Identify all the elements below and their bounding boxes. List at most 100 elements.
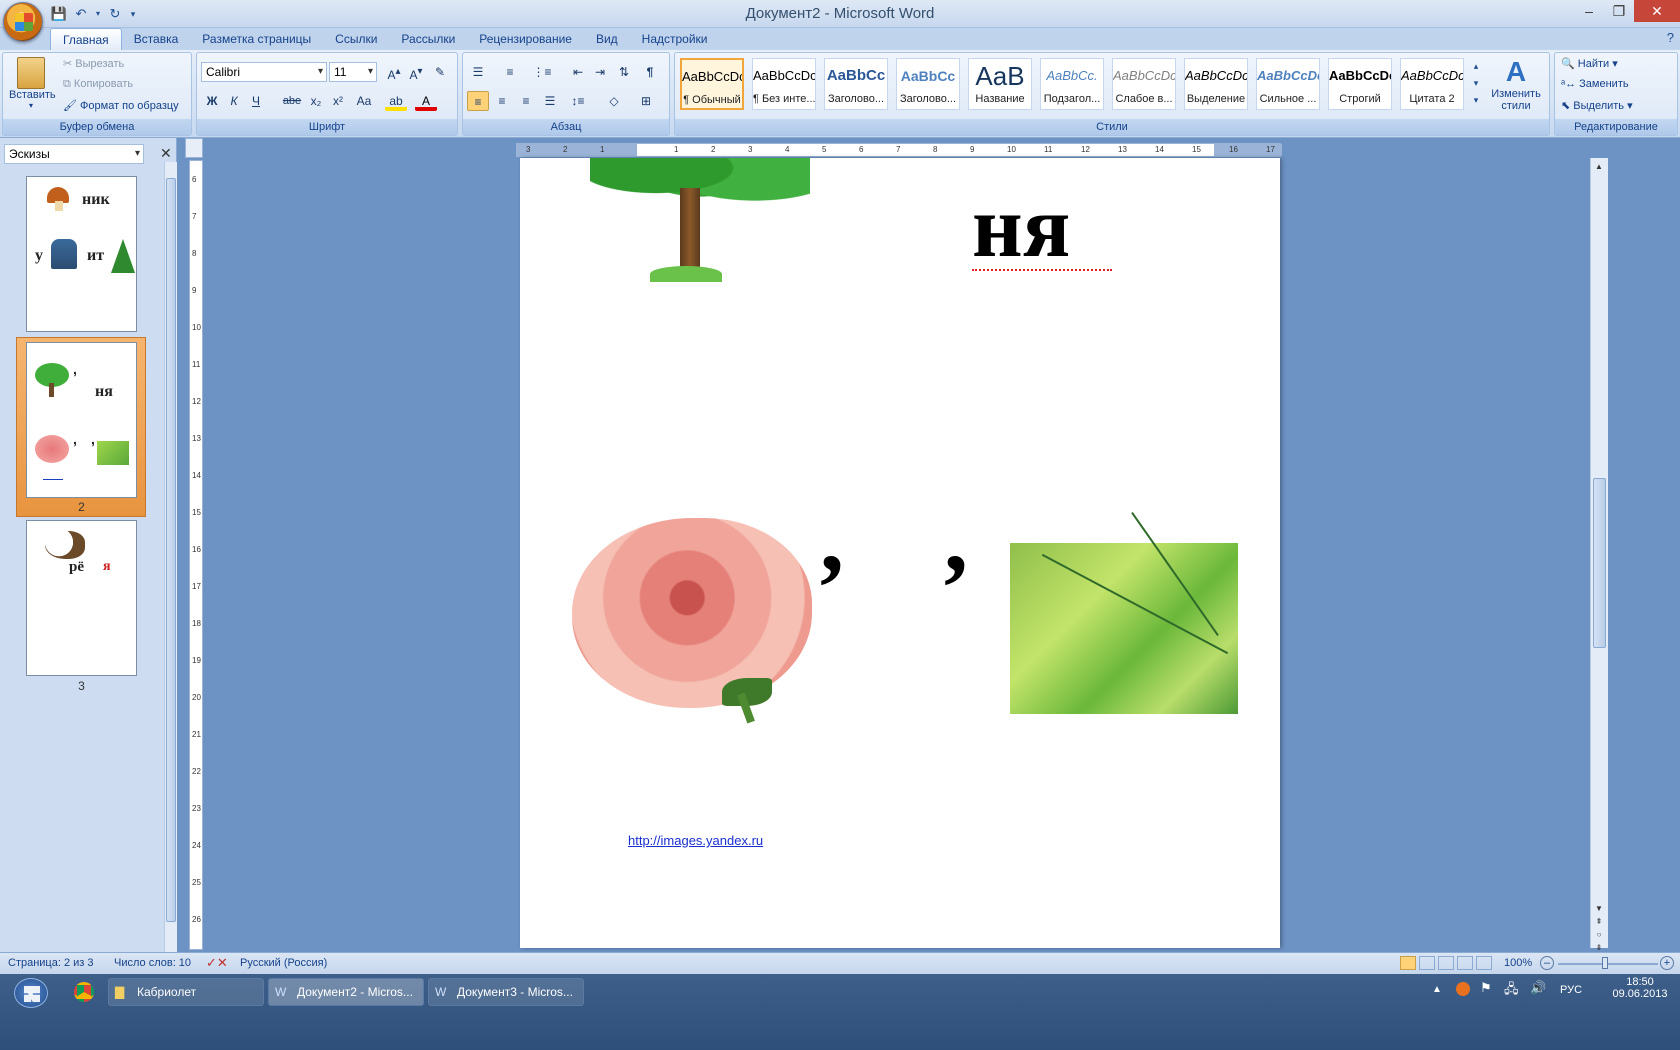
minimize-button[interactable]: – (1574, 0, 1604, 22)
thumbnail-scroll-thumb[interactable] (166, 178, 176, 922)
draft-view-icon[interactable] (1476, 956, 1492, 970)
bullets-icon[interactable]: ☰ (467, 62, 489, 82)
style-subtle-emphasis[interactable]: AaBbCcDc Слабое в... (1112, 58, 1176, 110)
underline-button[interactable]: Ч (245, 91, 267, 111)
taskbar-item-folder[interactable]: ▇ Кабриолет (108, 978, 264, 1006)
numbering-icon[interactable]: ≡ (499, 62, 521, 82)
decrease-indent-icon[interactable]: ⇤ (567, 62, 589, 82)
tray-expand-icon[interactable]: ▲ (1432, 984, 1442, 995)
superscript-button[interactable]: x² (327, 91, 349, 111)
copy-button[interactable]: ⧉ Копировать (63, 78, 133, 91)
thumbnail-scrollbar[interactable] (164, 162, 177, 952)
clock[interactable]: 18:50 09.06.2013 (1608, 976, 1672, 1000)
bold-button[interactable]: Ж (201, 91, 223, 111)
style-quote-2[interactable]: AaBbCcDc Цитата 2 (1400, 58, 1464, 110)
word-count[interactable]: Число слов: 10 (114, 957, 191, 969)
paste-button[interactable]: Вставить ▾ (9, 55, 56, 115)
chrome-icon[interactable] (74, 982, 94, 1002)
document-scroll-thumb[interactable] (1593, 478, 1606, 648)
select-button[interactable]: ⬉ Выделить ▾ (1561, 99, 1633, 112)
cut-button[interactable]: ✂ Вырезать (63, 57, 124, 70)
sort-icon[interactable]: ⇅ (613, 62, 635, 82)
find-button[interactable]: 🔍 Найти ▾ (1561, 57, 1618, 70)
vertical-ruler[interactable]: 6 7 8 9 10 11 12 13 14 15 16 17 18 19 20 21 22 23 24 25 26 (189, 160, 203, 950)
style-no-spacing[interactable]: AaBbCcDc ¶ Без инте... (752, 58, 816, 110)
highlight-icon[interactable]: ab (385, 91, 407, 111)
print-layout-icon[interactable] (1400, 956, 1416, 970)
page-count[interactable]: Страница: 2 из 3 (8, 957, 94, 969)
format-painter-button[interactable]: 🖌 Формат по образцу (63, 99, 179, 112)
zoom-slider-handle[interactable] (1602, 957, 1608, 969)
volume-icon[interactable]: 🔊 (1530, 980, 1546, 996)
shading-icon[interactable]: ◇ (603, 91, 625, 111)
thumbnail-page-3[interactable]: рё я (26, 520, 137, 676)
align-center-icon[interactable]: ≡ (491, 91, 513, 111)
close-button[interactable]: ✕ (1634, 0, 1680, 22)
tab-addins[interactable]: Надстройки (630, 28, 720, 50)
shrink-font-icon[interactable]: A▾ (405, 62, 427, 82)
style-intense-emphasis[interactable]: AaBbCcDc Сильное ... (1256, 58, 1320, 110)
font-name-select[interactable]: Calibri (201, 62, 327, 82)
taskbar-item-document2[interactable]: W Документ2 - Micros... (268, 978, 424, 1006)
tab-view[interactable]: Вид (584, 28, 630, 50)
thumbnail-page-2[interactable]: , ня , , (26, 342, 137, 498)
replace-button[interactable]: ᵃ↔ Заменить (1561, 78, 1629, 90)
start-button[interactable] (14, 978, 48, 1008)
thumbnail-view-select[interactable]: Эскизы (4, 144, 144, 164)
tab-review[interactable]: Рецензирование (467, 28, 584, 50)
maximize-button[interactable]: ❐ (1604, 0, 1634, 22)
style-subtitle[interactable]: AaBbCc. Подзагол... (1040, 58, 1104, 110)
style-heading-1[interactable]: AaBbCc Заголово... (824, 58, 888, 110)
italic-button[interactable]: К (223, 91, 245, 111)
grow-font-icon[interactable]: A▴ (383, 62, 405, 82)
clear-format-icon[interactable]: ✎ (429, 62, 451, 82)
flag-icon[interactable]: ⚑ (1480, 980, 1492, 996)
tray-app-icon[interactable] (1456, 982, 1470, 996)
tab-page-layout[interactable]: Разметка страницы (190, 28, 323, 50)
taskbar-item-document3[interactable]: W Документ3 - Micros... (428, 978, 584, 1006)
scroll-up-icon[interactable]: ▲ (1592, 162, 1606, 171)
align-right-icon[interactable]: ≡ (515, 91, 537, 111)
office-button[interactable] (3, 2, 43, 42)
tab-references[interactable]: Ссылки (323, 28, 389, 50)
web-layout-icon[interactable] (1438, 956, 1454, 970)
zoom-out-icon[interactable]: – (1540, 956, 1554, 970)
style-heading-2[interactable]: AaBbCc Заголово... (896, 58, 960, 110)
document-page[interactable]: ня , , http://images.yandex.ru (520, 158, 1280, 948)
borders-icon[interactable]: ⊞ (635, 91, 657, 111)
yandex-link[interactable]: http://images.yandex.ru (628, 833, 763, 848)
style-emphasis[interactable]: AaBbCcDc Выделение (1184, 58, 1248, 110)
style-title[interactable]: AaB Название (968, 58, 1032, 110)
reading-view-icon[interactable] (1419, 956, 1435, 970)
document-scrollbar[interactable]: ▲ ▼ ⇞ ○ ⇟ (1590, 158, 1608, 952)
subscript-button[interactable]: x₂ (305, 91, 327, 111)
pilcrow-icon[interactable]: ¶ (639, 62, 661, 82)
font-size-select[interactable]: 11 (329, 62, 377, 82)
thumbnail-page-1[interactable]: ник у ит (26, 176, 137, 332)
increase-indent-icon[interactable]: ⇥ (589, 62, 611, 82)
input-language[interactable]: РУС (1560, 984, 1582, 996)
change-case-button[interactable]: Aa (351, 91, 377, 111)
change-styles-button[interactable]: A Изменить стили (1486, 56, 1546, 112)
tab-selector[interactable] (185, 138, 203, 158)
close-pane-icon[interactable]: ✕ (160, 145, 172, 162)
line-spacing-icon[interactable]: ↕≡ (567, 91, 589, 111)
font-color-icon[interactable]: A (415, 91, 437, 111)
tab-insert[interactable]: Вставка (122, 28, 191, 50)
help-icon[interactable]: ? (1667, 30, 1674, 45)
styles-gallery-scroll[interactable]: ▴ ▾ ▾ (1470, 58, 1482, 112)
align-left-icon[interactable]: ≡ (467, 91, 489, 111)
network-icon[interactable]: 🖧 (1504, 980, 1519, 1002)
browse-object-icons[interactable]: ▼ ⇞ ○ ⇟ (1592, 902, 1606, 954)
zoom-level[interactable]: 100% (1504, 957, 1532, 969)
horizontal-ruler[interactable]: 3 2 1 1 2 3 4 5 6 7 8 9 10 11 12 13 14 15 16 17 (516, 143, 1282, 157)
style-normal[interactable]: AaBbCcDc ¶ Обычный (680, 58, 744, 110)
strike-button[interactable]: abe (281, 91, 303, 111)
style-strong[interactable]: AaBbCcDc Строгий (1328, 58, 1392, 110)
language-indicator[interactable]: Русский (Россия) (240, 957, 327, 969)
multilevel-list-icon[interactable]: ⋮≡ (531, 62, 553, 82)
tab-home[interactable]: Главная (50, 28, 122, 50)
outline-view-icon[interactable] (1457, 956, 1473, 970)
zoom-slider[interactable] (1558, 963, 1658, 965)
justify-icon[interactable]: ☰ (539, 91, 561, 111)
